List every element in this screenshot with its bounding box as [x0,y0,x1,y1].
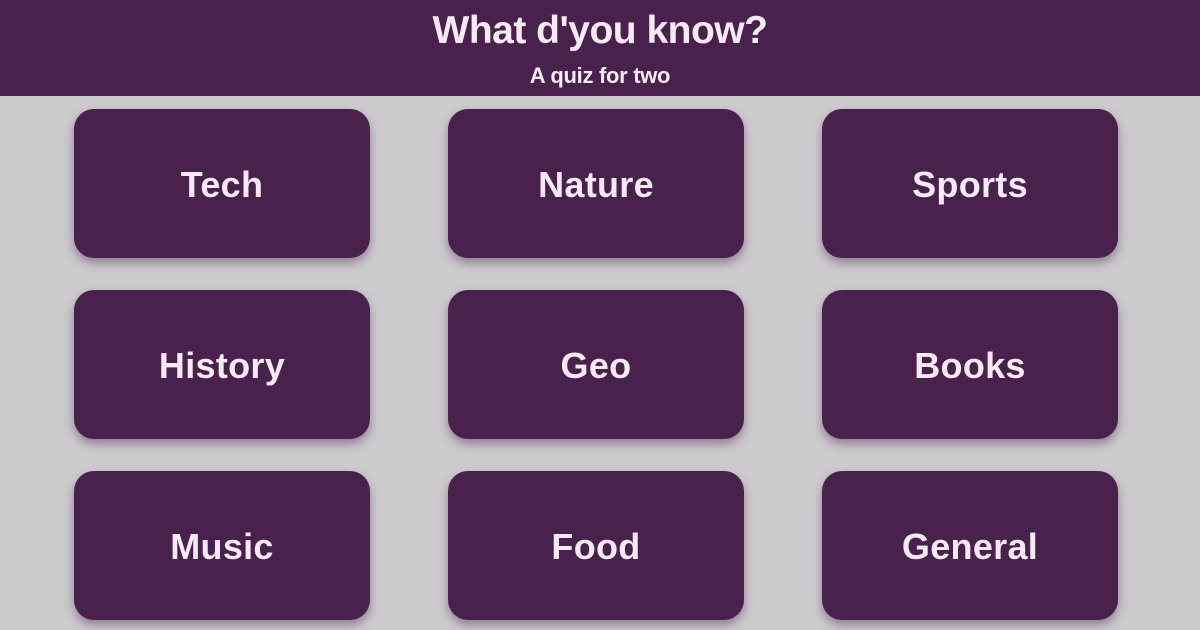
category-card-music[interactable]: Music [74,471,370,620]
category-label: General [901,525,1039,567]
page-title: What d'you know? [432,9,768,52]
page-subtitle: A quiz for two [529,63,671,88]
category-grid: Tech Nature Sports History Geo Books Mus… [74,109,1118,620]
category-card-general[interactable]: General [822,471,1118,620]
category-card-tech[interactable]: Tech [74,109,370,258]
category-label: Books [914,344,1026,386]
app-header: What d'you know? A quiz for two [0,0,1200,96]
category-label: Sports [912,163,1028,205]
category-label: Nature [538,163,654,205]
category-card-geo[interactable]: Geo [448,290,744,439]
category-card-nature[interactable]: Nature [448,109,744,258]
category-label: Food [551,525,641,567]
category-label: Music [170,525,274,567]
category-label: Geo [560,344,632,386]
category-label: Tech [180,163,264,205]
category-label: History [158,344,286,386]
category-card-history[interactable]: History [74,290,370,439]
category-card-food[interactable]: Food [448,471,744,620]
category-card-sports[interactable]: Sports [822,109,1118,258]
category-card-books[interactable]: Books [822,290,1118,439]
